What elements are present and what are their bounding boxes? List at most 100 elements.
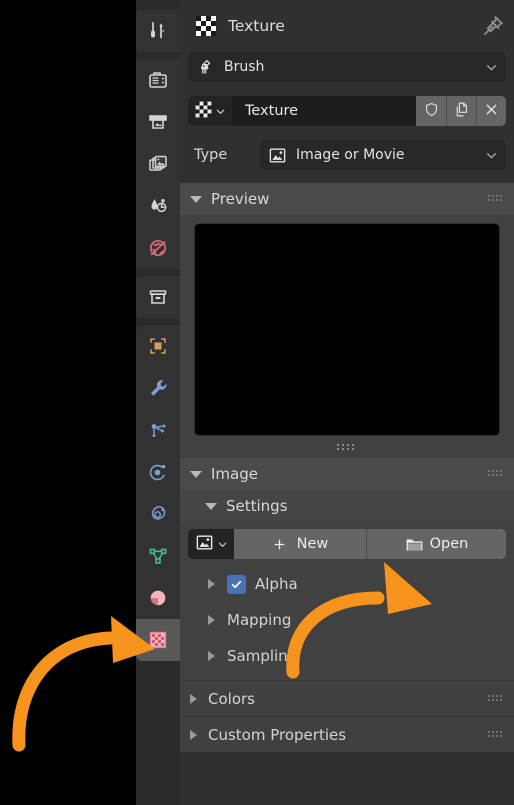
grip-dots-icon[interactable]	[488, 190, 504, 208]
chevron-down-icon	[215, 102, 226, 121]
sidebar-tab-collection[interactable]	[136, 276, 180, 318]
new-image-button[interactable]: New	[234, 529, 366, 559]
panel-image-title: Image	[211, 465, 258, 483]
chevron-down-icon	[485, 149, 498, 162]
type-dropdown[interactable]: Image or Movie	[260, 140, 506, 170]
triangle-down-icon	[190, 470, 202, 478]
datablock-row: Texture	[180, 82, 514, 126]
subpanel-mapping-label: Mapping	[227, 611, 292, 629]
panel-image-header[interactable]: Image	[180, 458, 514, 490]
grip-dots-icon[interactable]	[488, 726, 504, 744]
panel-custom-properties-header[interactable]: Custom Properties	[180, 716, 514, 752]
page-title: Texture	[228, 17, 285, 35]
brush-icon	[196, 58, 215, 77]
triangle-right-icon	[190, 693, 197, 704]
plus-icon	[272, 537, 287, 552]
texture-checker-icon	[146, 628, 170, 652]
texture-browse-button[interactable]	[188, 96, 232, 126]
context-dropdown-brush[interactable]: Brush	[188, 52, 506, 82]
pin-icon[interactable]	[480, 13, 506, 39]
mesh-data-icon	[146, 544, 170, 568]
subpanel-alpha-label: Alpha	[255, 575, 298, 593]
image-icon	[195, 533, 214, 556]
grip-dots-icon[interactable]	[488, 465, 504, 483]
image-subsections: Alpha Mapping Sampling	[180, 559, 514, 674]
texture-name-field[interactable]: Texture	[232, 96, 416, 126]
subpanel-sampling[interactable]: Sampling	[180, 638, 514, 674]
copy-icon	[453, 101, 470, 122]
sidebar-tab-physics[interactable]	[136, 451, 180, 493]
panel-colors-header[interactable]: Colors	[180, 680, 514, 716]
triangle-down-icon	[190, 195, 202, 203]
object-square-icon	[146, 334, 170, 358]
panel-preview-body	[180, 215, 514, 458]
sidebar-tab-object-data[interactable]	[136, 535, 180, 577]
sidebar-tab-texture[interactable]	[136, 619, 180, 661]
sidebar-tab-material[interactable]	[136, 577, 180, 619]
properties-tab-column[interactable]	[136, 0, 180, 805]
constraint-icon	[146, 502, 170, 526]
screenshot-root: Texture Brush Texture Type Image or Movi…	[0, 0, 514, 805]
triangle-down-icon	[205, 502, 217, 510]
panel-custom-properties-title: Custom Properties	[208, 725, 347, 744]
open-image-label: Open	[429, 536, 469, 552]
unlink-button[interactable]	[476, 96, 506, 126]
sidebar-tab-output[interactable]	[136, 101, 180, 143]
sidebar-tab-view-layer[interactable]	[136, 143, 180, 185]
chevron-down-icon	[485, 61, 498, 74]
sidebar-tab-object-constraints[interactable]	[136, 493, 180, 535]
type-dropdown-value: Image or Movie	[296, 147, 405, 163]
subpanel-settings-title: Settings	[226, 497, 288, 515]
type-row: Type Image or Movie	[180, 126, 514, 170]
sidebar-tab-world[interactable]	[136, 227, 180, 269]
context-dropdown-label: Brush	[224, 59, 265, 75]
triangle-right-icon	[208, 579, 215, 589]
texture-preview-canvas[interactable]	[194, 223, 500, 436]
panel-colors-title: Colors	[208, 689, 255, 708]
panel-preview-title: Preview	[211, 190, 270, 208]
panel-preview: Preview	[180, 183, 514, 458]
type-label: Type	[194, 147, 228, 163]
printer-icon	[146, 110, 170, 134]
tool-icon	[146, 19, 170, 43]
alpha-checkbox[interactable]	[227, 574, 246, 594]
camera-back-icon	[146, 68, 170, 92]
texture-checker-icon	[194, 100, 213, 123]
new-image-label: New	[296, 536, 329, 552]
subpanel-settings-header[interactable]: Settings	[180, 490, 514, 522]
box-icon	[146, 285, 170, 309]
texture-checker-icon	[194, 14, 218, 38]
close-x-icon	[483, 101, 500, 122]
grip-dots-icon[interactable]	[488, 690, 504, 708]
subpanel-mapping[interactable]: Mapping	[180, 602, 514, 638]
subpanel-alpha[interactable]: Alpha	[180, 566, 514, 602]
sidebar-tab-object[interactable]	[136, 325, 180, 367]
material-sphere-icon	[146, 586, 170, 610]
shield-icon	[423, 101, 440, 122]
image-icon	[268, 146, 287, 165]
texture-name-value: Texture	[245, 103, 299, 119]
sidebar-tab-scene[interactable]	[136, 185, 180, 227]
subpanel-sampling-label: Sampling	[227, 647, 298, 665]
tab-group-collection	[136, 276, 180, 318]
sidebar-tab-modifiers[interactable]	[136, 367, 180, 409]
open-image-button[interactable]: Open	[365, 529, 506, 559]
tab-group-object	[136, 325, 180, 661]
panel-preview-header[interactable]: Preview	[180, 183, 514, 215]
panel-image: Image Settings New Open Alpha Mapping Sa…	[180, 458, 514, 680]
fake-user-button[interactable]	[416, 96, 446, 126]
wrench-icon	[146, 376, 170, 400]
sidebar-tab-render[interactable]	[136, 59, 180, 101]
image-browse-button[interactable]	[188, 529, 234, 559]
new-copy-button[interactable]	[446, 96, 476, 126]
sidebar-tab-particles[interactable]	[136, 409, 180, 451]
preview-resize-grip[interactable]	[194, 436, 500, 458]
scene-cone-icon	[146, 194, 170, 218]
sidebar-tab-tool[interactable]	[136, 10, 180, 52]
image-datablock-row: New Open	[180, 522, 514, 559]
triangle-right-icon	[190, 729, 197, 740]
world-globe-icon	[146, 236, 170, 260]
particles-icon	[146, 418, 170, 442]
physics-orbit-icon	[146, 460, 170, 484]
triangle-right-icon	[208, 615, 215, 625]
